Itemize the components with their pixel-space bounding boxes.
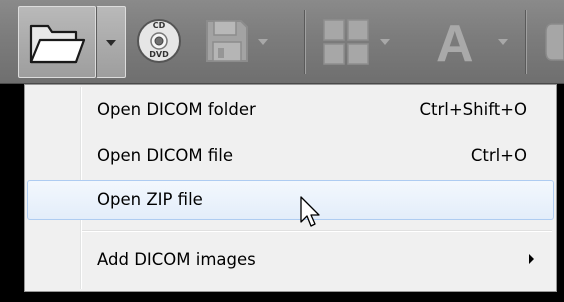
grid-layout-icon [323,19,369,65]
toolbar-separator [525,10,527,74]
chevron-down-icon [106,40,116,46]
cd-dvd-button[interactable]: CD DVD [130,6,188,78]
open-dropdown-button[interactable] [96,6,126,78]
menu-item-open-dicom-file[interactable]: Open DICOM file Ctrl+O [27,136,554,176]
dvd-label: DVD [149,50,169,59]
menu-item-label: Open DICOM file [97,146,234,165]
partial-toolbar-button[interactable] [540,6,564,78]
layout-button[interactable] [318,6,398,78]
menu-item-open-zip-file[interactable]: Open ZIP file [27,180,554,220]
file-menu: Open DICOM folder Ctrl+Shift+O Open DICO… [24,84,557,292]
menu-item-add-dicom-images[interactable]: Add DICOM images [27,240,554,280]
chevron-right-icon [529,254,534,264]
cd-label: CD [152,21,166,30]
folder-open-icon [29,24,86,64]
menu-item-open-dicom-folder[interactable]: Open DICOM folder Ctrl+Shift+O [27,90,554,130]
chevron-down-icon [258,39,268,45]
partial-tool-icon [545,23,564,61]
save-button[interactable] [196,6,276,78]
font-button[interactable]: A [428,6,518,78]
font-letter-icon: A [436,15,474,73]
toolbar: CD DVD A [0,0,564,84]
chevron-down-icon [498,39,508,45]
menu-item-shortcut: Ctrl+Shift+O [419,100,528,119]
menu-item-label: Add DICOM images [97,250,256,269]
screen: CD DVD A Open DICOM folder Ctrl+Shift+O … [0,0,564,302]
chevron-down-icon [380,39,390,45]
menu-item-label: Open DICOM folder [97,100,256,119]
mouse-pointer-icon [300,196,320,227]
menu-item-shortcut: Ctrl+O [470,146,527,165]
floppy-disk-icon [206,20,248,62]
toolbar-separator [304,10,306,74]
menu-item-label: Open ZIP file [97,190,203,209]
open-button[interactable] [18,6,96,78]
